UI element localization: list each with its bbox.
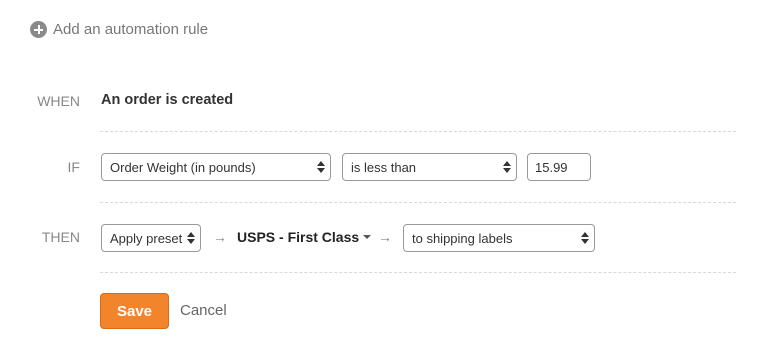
arrow-right-icon: → <box>213 229 227 245</box>
preset-label: USPS - First Class <box>237 229 360 245</box>
if-label: IF <box>67 159 80 175</box>
select-caret-icon <box>317 160 325 174</box>
condition-value-input[interactable] <box>527 153 591 181</box>
target-select[interactable]: to shipping labels <box>403 224 595 252</box>
add-rule-label: Add an automation rule <box>53 21 209 38</box>
target-value: to shipping labels <box>412 230 513 246</box>
trigger-text: An order is created <box>101 92 234 108</box>
action-select[interactable]: Apply preset <box>101 224 201 252</box>
arrow-right-icon: → <box>378 229 392 245</box>
cancel-button[interactable]: Cancel <box>180 302 227 319</box>
action-value: Apply preset <box>110 230 183 246</box>
when-label: WHEN <box>37 93 80 109</box>
select-caret-icon <box>581 231 589 245</box>
divider <box>100 202 736 203</box>
preset-dropdown[interactable]: USPS - First Class <box>237 229 372 245</box>
divider <box>100 272 736 273</box>
condition-operator-select[interactable]: is less than <box>342 153 517 181</box>
automation-rule-editor: Add an automation rule WHEN An order is … <box>0 0 771 359</box>
then-label: THEN <box>41 229 80 245</box>
plus-circle-icon <box>30 21 47 38</box>
chevron-down-icon <box>363 235 372 239</box>
condition-field-value: Order Weight (in pounds) <box>110 159 256 175</box>
condition-operator-value: is less than <box>351 159 417 175</box>
select-caret-icon <box>187 231 195 245</box>
save-button[interactable]: Save <box>100 293 169 329</box>
add-automation-rule-link[interactable]: Add an automation rule <box>30 21 208 38</box>
condition-field-select[interactable]: Order Weight (in pounds) <box>101 153 331 181</box>
divider <box>100 131 736 132</box>
select-caret-icon <box>503 160 511 174</box>
